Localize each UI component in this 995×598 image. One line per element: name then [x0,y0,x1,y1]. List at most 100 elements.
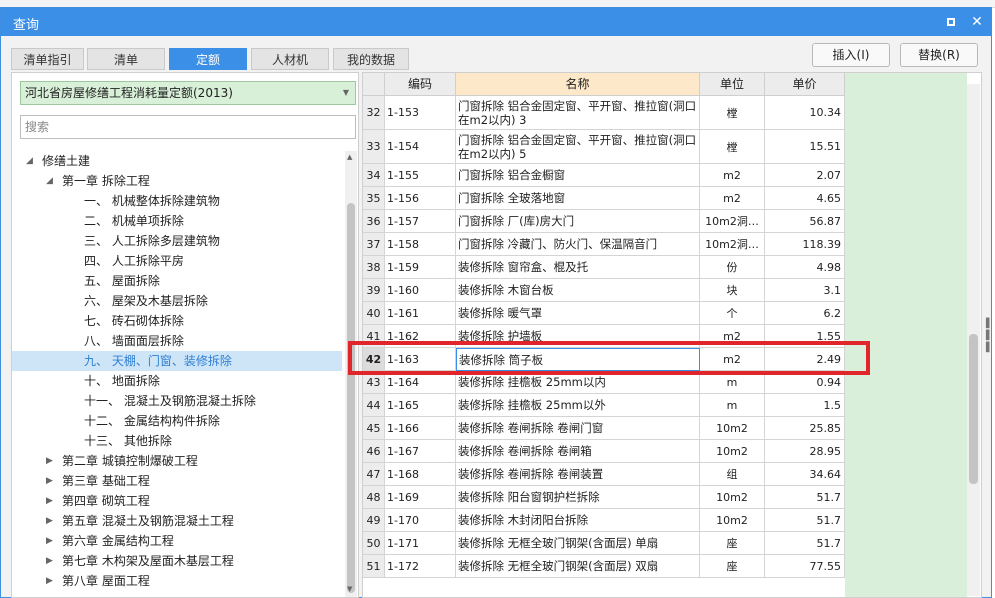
table-row[interactable]: 44 1-165 装修拆除 挂檐板 25mm以外 m 1.5 [363,394,845,417]
expand-arrow-icon[interactable]: ▶ [46,551,53,571]
row-unit: 组 [700,463,765,486]
row-price: 51.7 [765,509,845,532]
query-dialog: 查询 ✕ 清单指引 清单 定额 人材机 我的数据 插入(I) 替换(R) 河北省… [0,7,992,598]
header-code[interactable]: 编码 [385,73,456,96]
row-price: 118.39 [765,233,845,256]
expand-arrow-icon[interactable]: ▶ [46,451,53,471]
expand-arrow-icon[interactable]: ▶ [46,471,53,491]
tab-list-guide[interactable]: 清单指引 [11,48,84,70]
tree-item[interactable]: 十一、 混凝土及钢筋混凝土拆除 [12,391,342,411]
table-row[interactable]: 37 1-158 门窗拆除 冷藏门、防火门、保温隔音门 10m2洞… 118.39 [363,233,845,256]
tab-list[interactable]: 清单 [87,48,165,70]
table-row[interactable]: 34 1-155 门窗拆除 铝合金橱窗 m2 2.07 [363,164,845,187]
header-price[interactable]: 单价 [765,73,845,96]
table-row[interactable]: 39 1-160 装修拆除 木窗台板块 3.1 [363,279,845,302]
row-unit: 10m2 [700,440,765,463]
quota-grid: 编码 名称 单位 单价 32 1-153 门窗拆除 铝合金固定窗、平开窗、推拉窗(洞… [362,72,982,598]
table-row[interactable]: 49 1-170 装修拆除 木封闭阳台拆除 10m2 51.7 [363,509,845,532]
table-row[interactable]: 48 1-169 装修拆除 阳台窗钢护栏拆除 10m2 51.7 [363,486,845,509]
tree-item-label: 第一章 拆除工程 [62,174,150,188]
table-row[interactable]: 32 1-153 门窗拆除 铝合金固定窗、平开窗、推拉窗(洞口在m2以内) 3 樘 10… [363,96,845,130]
tree-item[interactable]: 十、 地面拆除 [12,371,342,391]
tree-item[interactable]: 八、 墙面面层拆除 [12,331,342,351]
table-row[interactable]: 33 1-154 门窗拆除 铝合金固定窗、平开窗、推拉窗(洞口在m2以内) 5 樘 15… [363,130,845,164]
tree-item[interactable]: 一、 机械整体拆除建筑物 [12,191,342,211]
tree-item[interactable]: 十三、 其他拆除 [12,431,342,451]
tree-item[interactable]: ◢ 修缮土建 [12,151,342,171]
maximize-icon[interactable] [941,12,961,32]
row-unit: 樘 [700,130,765,164]
table-row[interactable]: 45 1-166 装修拆除 卷闸拆除 卷闸门窗 10m2 25.85 [363,417,845,440]
tree-item[interactable]: ▶ 第七章 木构架及屋面木基层工程 [12,551,342,571]
table-row[interactable]: 35 1-156 门窗拆除 全玻落地窗 m2 4.65 [363,187,845,210]
tree-item[interactable]: ▶ 第三章 基础工程 [12,471,342,491]
tree-item[interactable]: 五、 屋面拆除 [12,271,342,291]
row-price: 3.1 [765,279,845,302]
tree-item[interactable]: 四、 人工拆除平房 [12,251,342,271]
tree-item-label: 十三、 其他拆除 [84,434,172,448]
row-index: 49 [363,509,385,532]
tree-item[interactable]: ▶ 第五章 混凝土及钢筋混凝土工程 [12,511,342,531]
tree-item[interactable]: 三、 人工拆除多层建筑物 [12,231,342,251]
tree-item[interactable]: 六、 屋架及木基层拆除 [12,291,342,311]
table-row[interactable]: 46 1-167 装修拆除 卷闸拆除 卷闸箱 10m2 28.95 [363,440,845,463]
row-code: 1-157 [385,210,456,233]
tree-item-label: 六、 屋架及木基层拆除 [84,294,208,308]
row-index: 50 [363,532,385,555]
row-index: 35 [363,187,385,210]
tree-item[interactable]: 十二、 金属结构构件拆除 [12,411,342,431]
table-row[interactable]: 50 1-171 装修拆除 无框全玻门钢架(含面层) 单扇座 51.7 [363,532,845,555]
tree-item[interactable]: ▶ 第八章 屋面工程 [12,571,342,591]
row-code: 1-167 [385,440,456,463]
row-unit: 10m2 [700,486,765,509]
row-name: 装修拆除 挂檐板 25mm以外 [456,394,700,417]
tab-my-data[interactable]: 我的数据 [333,48,409,70]
expand-arrow-icon[interactable]: ▶ [46,491,53,511]
row-price: 6.2 [765,302,845,325]
header-unit[interactable]: 单位 [700,73,765,96]
tree-item[interactable]: ▶ 第二章 城镇控制爆破工程 [12,451,342,471]
right-scroll-thumb[interactable] [969,334,978,484]
table-row[interactable]: 38 1-159 装修拆除 窗帘盒、棍及托份 4.98 [363,256,845,279]
tree-item[interactable]: 七、 砖石砌体拆除 [12,311,342,331]
quota-library-select[interactable]: 河北省房屋修缮工程消耗量定额(2013) ▼ [20,81,356,105]
dropdown-arrow-icon[interactable]: ▼ [343,82,349,104]
header-name[interactable]: 名称 [456,73,700,96]
tree-item[interactable]: ◢ 第一章 拆除工程 [12,171,342,191]
row-unit: 10m2洞… [700,233,765,256]
row-price: 4.65 [765,187,845,210]
row-index: 46 [363,440,385,463]
tree-item[interactable]: ▶ 第四章 砌筑工程 [12,491,342,511]
left-scroll-thumb[interactable] [347,203,355,593]
red-highlight-annotation [348,341,870,375]
tab-quota[interactable]: 定额 [169,48,247,70]
expand-arrow-icon[interactable]: ▶ [46,511,53,531]
tree-item[interactable]: 二、 机械单项拆除 [12,211,342,231]
table-row[interactable]: 51 1-172 装修拆除 无框全玻门钢架(含面层) 双扇座 77.55 [363,555,845,578]
tree-item-label: 修缮土建 [42,154,91,168]
tree-item[interactable]: 九、 天棚、门窗、装修拆除 [12,351,342,371]
table-row[interactable]: 40 1-161 装修拆除 暖气罩个 6.2 [363,302,845,325]
scroll-down-icon[interactable]: ▼ [347,585,352,593]
row-unit: 10m2 [700,417,765,440]
search-input[interactable]: 搜索 [20,115,356,139]
replace-button[interactable]: 替换(R) [900,43,978,67]
collapse-arrow-icon[interactable]: ◢ [26,151,33,171]
tab-labor-material[interactable]: 人材机 [251,48,329,70]
tree-item-label: 第五章 混凝土及钢筋混凝土工程 [62,514,234,528]
tree-item[interactable]: ▶ 第六章 金属结构工程 [12,531,342,551]
expand-arrow-icon[interactable]: ▶ [46,571,53,591]
header-index [363,73,385,96]
row-price: 51.7 [765,486,845,509]
row-unit: 10m2洞… [700,210,765,233]
scroll-up-icon[interactable]: ▲ [347,153,352,161]
insert-button[interactable]: 插入(I) [812,43,890,67]
collapse-arrow-icon[interactable]: ◢ [46,171,53,191]
table-row[interactable]: 36 1-157 门窗拆除 厂(库)房大门 10m2洞… 56.87 [363,210,845,233]
row-price: 25.85 [765,417,845,440]
table-row[interactable]: 47 1-168 装修拆除 卷闸拆除 卷闸装置组 34.64 [363,463,845,486]
expand-arrow-icon[interactable]: ▶ [46,531,53,551]
right-scrollbar[interactable] [967,84,980,596]
row-code: 1-160 [385,279,456,302]
close-icon[interactable]: ✕ [967,12,987,32]
